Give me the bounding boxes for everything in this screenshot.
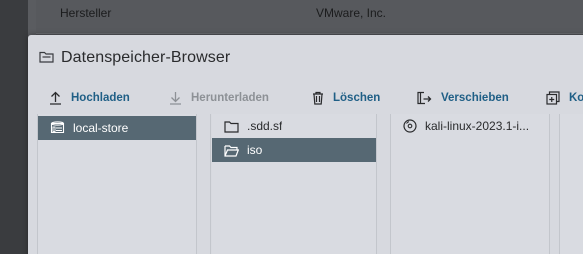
toolbar: Hochladen Herunterladen Löschen Verschie… <box>28 85 583 111</box>
folder-icon <box>39 51 54 63</box>
folder-icon <box>224 120 239 133</box>
upload-button[interactable]: Hochladen <box>49 85 130 111</box>
copy-label: Ko <box>569 92 583 104</box>
folder-label: iso <box>247 143 263 157</box>
download-icon <box>170 92 181 105</box>
folder-label: .sdd.sf <box>247 119 283 133</box>
column-spacer <box>198 114 211 254</box>
file-item-kali-iso[interactable]: kali-linux-2023.1-i... <box>391 114 549 138</box>
move-button[interactable]: Verschieben <box>416 85 509 111</box>
info-row-key: Hersteller <box>60 6 112 20</box>
datastore-column: local-store <box>37 114 197 254</box>
folder-item-iso[interactable]: iso <box>212 138 376 162</box>
copy-icon <box>546 91 560 105</box>
delete-label: Löschen <box>333 92 381 104</box>
copy-button[interactable]: Ko <box>546 85 583 111</box>
delete-button[interactable]: Löschen <box>312 85 380 111</box>
download-label: Herunterladen <box>191 92 269 104</box>
move-label: Verschieben <box>441 92 509 104</box>
disc-icon <box>403 119 417 133</box>
datastore-browser-dialog: Datenspeicher-Browser Hochladen Herunter… <box>28 35 583 254</box>
info-row-value: VMware, Inc. <box>316 6 387 20</box>
file-label: kali-linux-2023.1-i... <box>425 119 530 133</box>
datastore-label: local-store <box>73 121 129 135</box>
detail-column <box>559 114 583 254</box>
folder-item-sdd-sf[interactable]: .sdd.sf <box>212 114 376 138</box>
browser-panes: local-store .sdd.sf iso kali-linux-2023.… <box>37 114 583 254</box>
folder-open-icon <box>224 144 239 157</box>
trash-icon <box>313 91 323 105</box>
file-column: kali-linux-2023.1-i... <box>390 114 550 254</box>
datastore-item-local-store[interactable]: local-store <box>38 116 196 140</box>
upload-label: Hochladen <box>71 92 130 104</box>
upload-icon <box>50 91 61 105</box>
move-icon <box>417 91 432 105</box>
background-info-row: Hersteller VMware, Inc. <box>36 0 583 34</box>
download-button[interactable]: Herunterladen <box>169 85 269 111</box>
dialog-title: Datenspeicher-Browser <box>61 49 231 66</box>
datastore-icon <box>50 121 65 134</box>
folder-column: .sdd.sf iso <box>212 114 377 254</box>
